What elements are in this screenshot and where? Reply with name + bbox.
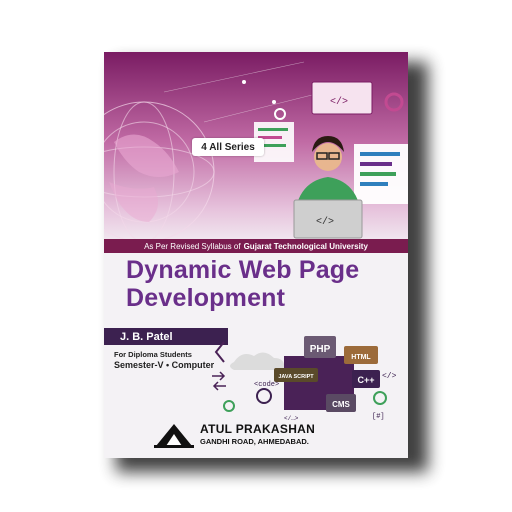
tech-label-php: PHP <box>310 344 331 355</box>
series-badge: 4 All Series <box>192 138 264 156</box>
semester-text: Semester-V • Computer <box>114 360 215 370</box>
svg-text:</>: </> <box>316 216 334 228</box>
title-line-1: Dynamic Web Page <box>126 256 360 284</box>
book-cover: </> </> 4 All Series As Per Revised Syll… <box>104 52 408 458</box>
syllabus-university: Gujarat Technological University <box>243 241 368 251</box>
publisher-name: ATUL PRAKASHAN <box>200 422 316 436</box>
syllabus-banner: As Per Revised Syllabus of Gujarat Techn… <box>104 239 408 253</box>
tech-label-javascript: JAVA SCRIPT <box>278 374 314 380</box>
technology-icons-illustration: PHP HTML JAVA SCRIPT C++ CMS <code> </> … <box>212 336 397 422</box>
tech-label-html: HTML <box>351 354 371 361</box>
tech-label-cpp: C++ <box>357 375 374 385</box>
audience-text: For Diploma Students <box>114 350 192 359</box>
syllabus-prefix: As Per Revised Syllabus of <box>144 241 241 251</box>
tech-label-slash: </> <box>382 372 397 381</box>
svg-text:</>: </> <box>330 96 348 108</box>
tech-label-cms: CMS <box>332 400 350 409</box>
cover-illustration: </> </> 4 All Series <box>104 52 408 250</box>
publisher-address: GANDHI ROAD, AHMEDABAD. <box>200 437 309 446</box>
title-line-2: Development <box>126 284 286 312</box>
book-title: Dynamic Web Page Development <box>126 256 396 312</box>
publisher-logo-icon <box>154 424 194 448</box>
publisher-block: ATUL PRAKASHAN GANDHI ROAD, AHMEDABAD. <box>124 420 394 454</box>
tech-label-code: <code> <box>254 381 279 389</box>
